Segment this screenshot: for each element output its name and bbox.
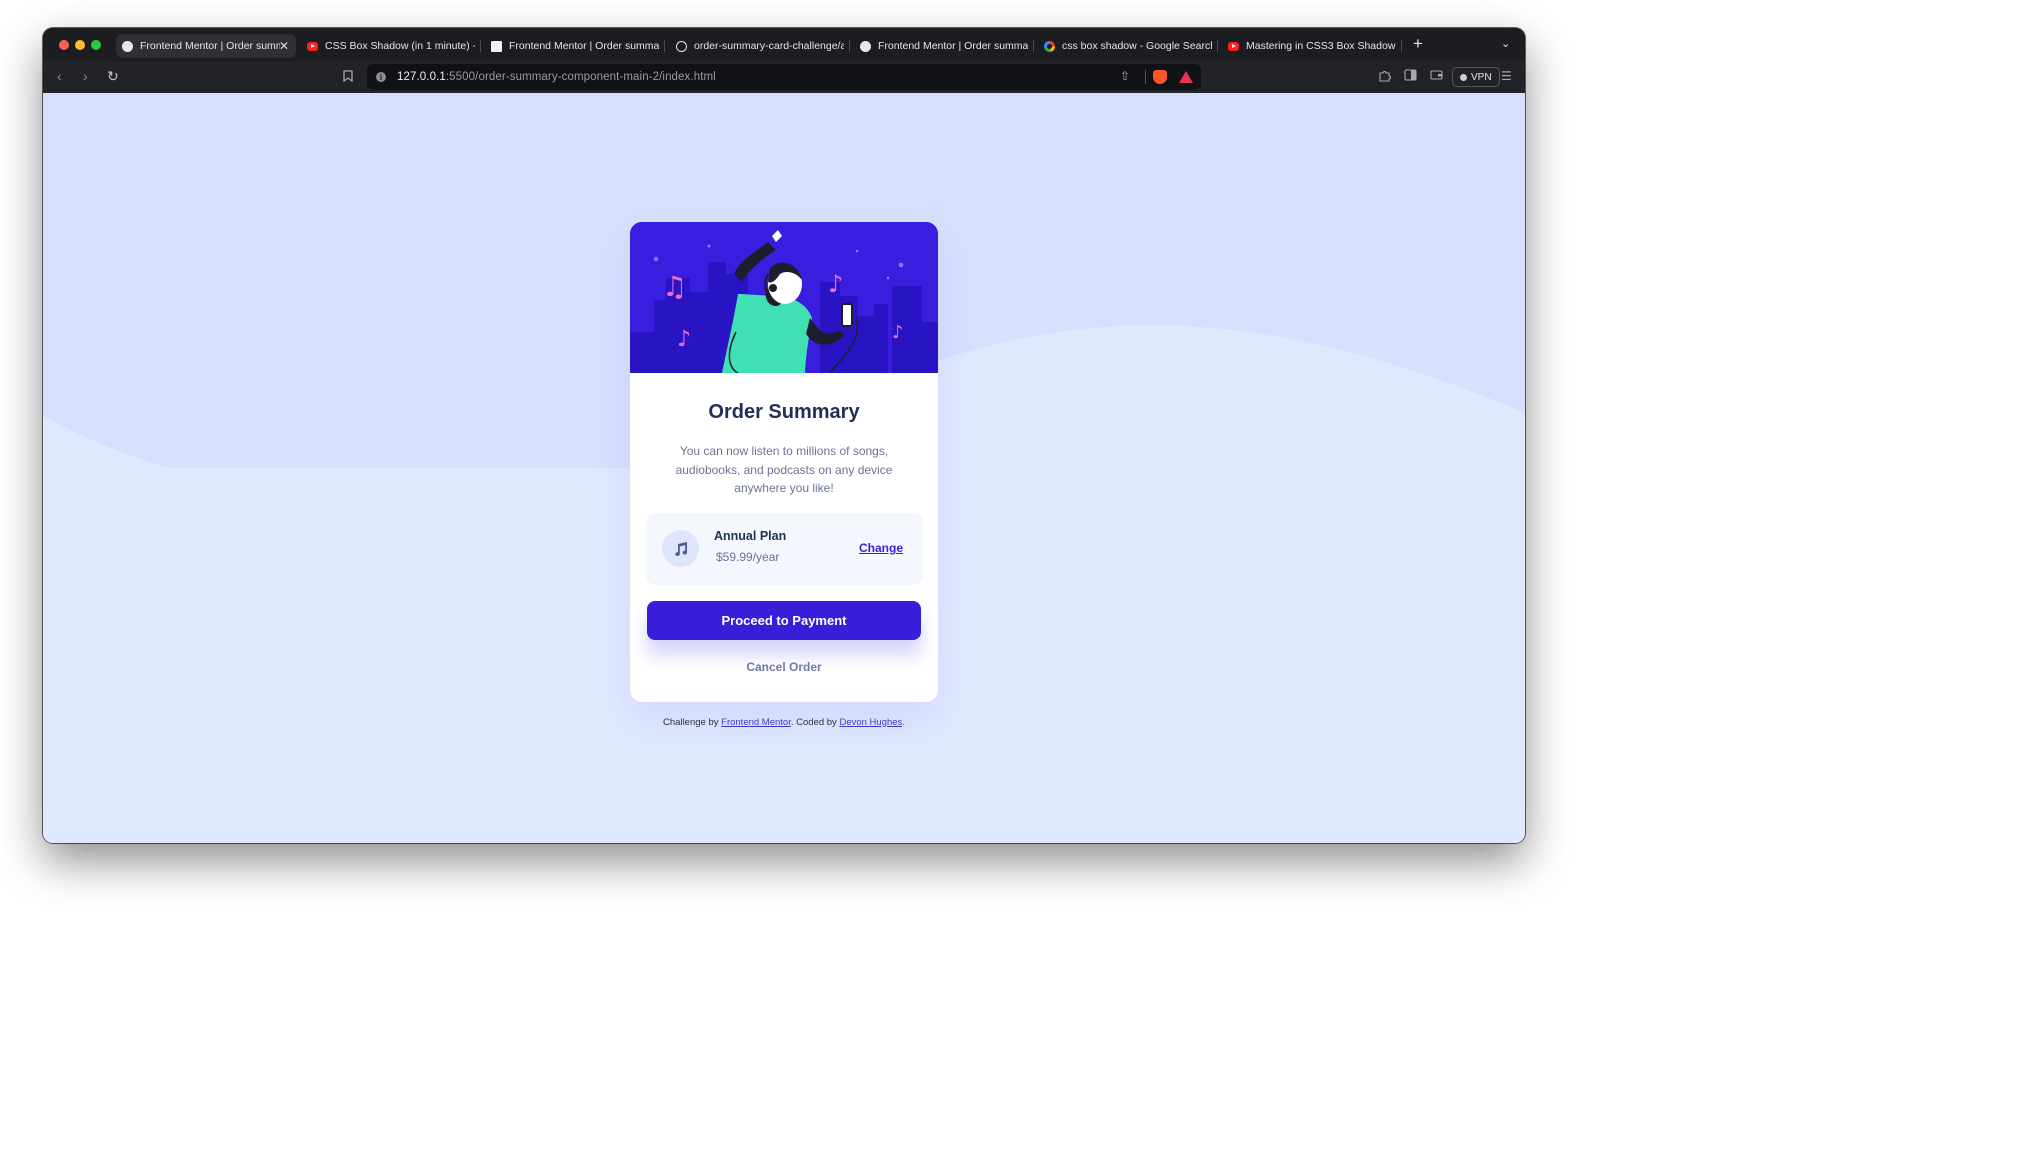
youtube-icon [307,41,318,51]
plan-price: $59.99/year [716,550,780,564]
vpn-button[interactable]: VPN [1452,67,1500,87]
brave-shields-icon[interactable] [1153,70,1167,84]
close-tab-icon[interactable]: ✕ [279,39,289,53]
tab-6[interactable]: Mastering in CSS3 Box Shadow Fr [1222,34,1402,58]
wallet-icon[interactable] [1430,69,1443,84]
tab-title: order-summary-card-challenge/as [694,40,844,52]
tab-4[interactable]: Frontend Mentor | Order summary [854,34,1034,58]
author-link[interactable]: Devon Hughes [839,717,902,728]
tab-title: CSS Box Shadow (in 1 minute) - Yo [325,40,475,52]
plan-box: Annual Plan $59.99/year Change [646,513,923,585]
reload-icon[interactable]: ↻ [107,68,119,85]
tab-title: Frontend Mentor | Order summary [878,40,1028,52]
browser-window: Frontend Mentor | Order summ ✕ CSS Box S… [43,28,1525,843]
music-note-icon [662,530,699,567]
tab-title: Mastering in CSS3 Box Shadow Fr [1246,40,1396,52]
tab-title: css box shadow - Google Search [1062,40,1212,52]
svg-text:♪: ♪ [677,327,691,352]
brave-rewards-icon[interactable] [1179,71,1193,83]
attribution: Challenge by Frontend Mentor. Coded by D… [630,717,938,728]
share-icon[interactable]: ⇧ [1120,69,1134,83]
cancel-order-button[interactable]: Cancel Order [630,660,938,674]
attribution-prefix: Challenge by [663,717,722,728]
attribution-middle: . Coded by [790,717,840,728]
url-text: 127.0.0.1:5500/order-summary-component-m… [397,71,716,83]
new-tab-plus-icon[interactable]: + [1413,34,1423,54]
google-icon [1044,40,1055,52]
plan-name: Annual Plan [714,529,787,543]
sidebar-icon[interactable] [1404,69,1417,84]
change-plan-link[interactable]: Change [859,541,903,555]
tab-bar: Frontend Mentor | Order summ ✕ CSS Box S… [43,28,1525,61]
tab-list-chevron-icon[interactable]: ⌄ [1501,37,1510,50]
youtube-icon [1228,41,1239,51]
tab-1[interactable]: CSS Box Shadow (in 1 minute) - Yo [301,34,481,58]
card-description: You can now listen to millions of songs,… [675,444,893,495]
hero-illustration: ♫ ♪ ♪ ♪ [630,222,938,373]
tab-5[interactable]: css box shadow - Google Search [1038,34,1218,58]
tab-0[interactable]: Frontend Mentor | Order summ ✕ [116,34,296,58]
tab-title: Frontend Mentor | Order summ [140,40,280,52]
vpn-label: VPN [1471,71,1492,83]
bookmark-icon[interactable] [343,69,353,85]
frontend-mentor-icon [122,40,133,52]
tab-2[interactable]: Frontend Mentor | Order summary [485,34,665,58]
attribution-suffix: . [902,717,905,728]
order-summary-card: ♫ ♪ ♪ ♪ Order Summary You can now listen… [630,222,938,702]
proceed-to-payment-button[interactable]: Proceed to Payment [647,601,921,640]
svg-text:♪: ♪ [828,270,843,298]
svg-text:♫: ♫ [662,270,687,303]
tab-3[interactable]: order-summary-card-challenge/as [670,34,850,58]
menu-hamburger-icon[interactable]: ☰ [1501,69,1512,83]
site-info-icon[interactable]: i [376,72,386,82]
card-title: Order Summary [708,401,860,423]
window-minimize-button[interactable] [75,40,85,50]
browser-toolbar: ‹ › ↻ i 127.0.0.1:5500/order-summary-com… [43,61,1525,94]
frontend-mentor-link[interactable]: Frontend Mentor [721,717,791,728]
back-arrow-icon[interactable]: ‹ [57,68,62,84]
address-bar[interactable]: i 127.0.0.1:5500/order-summary-component… [367,64,1201,90]
page-viewport: ♫ ♪ ♪ ♪ Order Summary You can now listen… [43,93,1525,843]
tab-title: Frontend Mentor | Order summary [509,40,659,52]
github-icon [676,40,687,52]
window-zoom-button[interactable] [91,40,101,50]
vpn-status-icon [1460,73,1467,81]
document-icon [491,40,502,52]
extensions-puzzle-icon[interactable] [1378,69,1391,85]
frontend-mentor-icon [860,40,871,52]
forward-arrow-icon[interactable]: › [83,68,88,84]
window-close-button[interactable] [59,40,69,50]
svg-text:♪: ♪ [892,322,904,343]
